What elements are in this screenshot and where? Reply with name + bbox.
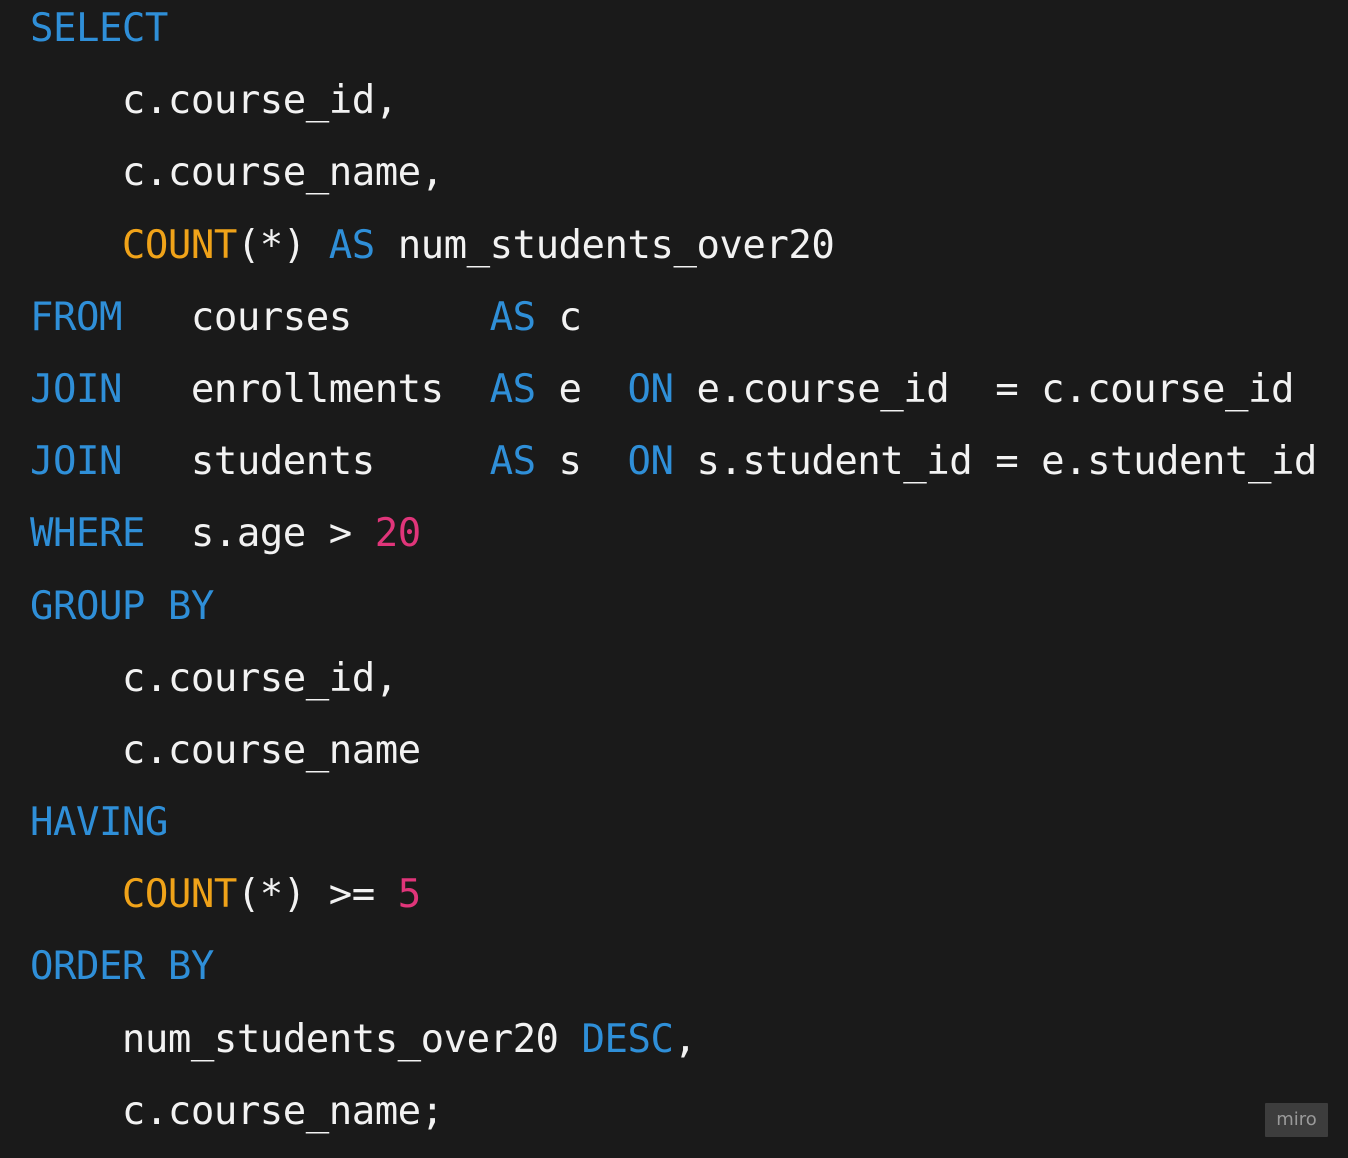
code-line: JOIN students AS s ON s.student_id = e.s… bbox=[30, 433, 1340, 505]
keyword-token: AS bbox=[328, 222, 375, 268]
keyword-token: FROM bbox=[30, 294, 122, 340]
code-line: c.course_id, bbox=[30, 72, 1340, 144]
code-token: students bbox=[121, 439, 490, 485]
code-line: HAVING bbox=[30, 794, 1340, 866]
code-token: s.age > bbox=[144, 511, 375, 557]
code-token: c.course_id, bbox=[30, 78, 398, 124]
keyword-token: SELECT bbox=[30, 6, 168, 51]
code-line: COUNT(*) AS num_students_over20 bbox=[30, 217, 1340, 289]
keyword-token: WHERE bbox=[30, 511, 145, 557]
code-line: c.course_id, bbox=[30, 650, 1340, 722]
code-line: num_students_over20 DESC, bbox=[30, 1011, 1340, 1083]
number-token: 5 bbox=[397, 872, 421, 918]
code-line: GROUP BY bbox=[30, 578, 1340, 650]
keyword-token: DESC bbox=[581, 1016, 674, 1062]
code-line: JOIN enrollments AS e ON e.course_id = c… bbox=[30, 361, 1340, 433]
number-token: 20 bbox=[374, 511, 421, 557]
code-token: (*) bbox=[236, 222, 329, 268]
code-token: , bbox=[673, 1016, 697, 1062]
code-token: e.course_id = c.course_id bbox=[673, 366, 1294, 412]
code-token: (*) >= bbox=[236, 872, 398, 918]
code-line: c.course_name bbox=[30, 722, 1340, 794]
code-token: c bbox=[535, 294, 582, 340]
keyword-token: JOIN bbox=[30, 366, 122, 412]
code-token: courses bbox=[121, 294, 490, 340]
function-token: COUNT bbox=[121, 222, 237, 268]
code-token: c.course_name, bbox=[30, 150, 444, 196]
keyword-token: AS bbox=[489, 366, 536, 412]
code-token: num_students_over20 bbox=[374, 222, 835, 268]
code-token: num_students_over20 bbox=[30, 1016, 582, 1062]
keyword-token: AS bbox=[489, 294, 536, 340]
code-token: s bbox=[535, 439, 628, 485]
keyword-token: ON bbox=[627, 439, 674, 485]
keyword-token: HAVING bbox=[30, 800, 168, 846]
code-token: e bbox=[535, 366, 628, 412]
code-line: SELECT bbox=[30, 0, 1340, 72]
keyword-token: JOIN bbox=[30, 439, 122, 485]
code-token: c.course_name; bbox=[30, 1088, 444, 1134]
code-token: c.course_name bbox=[30, 727, 421, 773]
keyword-token: ON bbox=[627, 366, 674, 412]
code-line: WHERE s.age > 20 bbox=[30, 505, 1340, 577]
miro-watermark: miro bbox=[1265, 1103, 1328, 1137]
code-line: c.course_name; bbox=[30, 1083, 1340, 1155]
code-line: c.course_name, bbox=[30, 144, 1340, 216]
code-token: s.student_id = e.student_id bbox=[673, 439, 1317, 485]
code-token: enrollments bbox=[121, 366, 490, 412]
function-token: COUNT bbox=[121, 872, 237, 918]
code-line: FROM courses AS c bbox=[30, 289, 1340, 361]
code-line: ORDER BY bbox=[30, 938, 1340, 1010]
sql-code-block: SELECT c.course_id, c.course_name, COUNT… bbox=[30, 0, 1340, 1155]
keyword-token: ORDER BY bbox=[30, 944, 214, 990]
keyword-token: AS bbox=[489, 439, 536, 485]
code-token: c.course_id, bbox=[30, 655, 398, 701]
keyword-token: GROUP BY bbox=[30, 583, 214, 629]
code-line: COUNT(*) >= 5 bbox=[30, 866, 1340, 938]
